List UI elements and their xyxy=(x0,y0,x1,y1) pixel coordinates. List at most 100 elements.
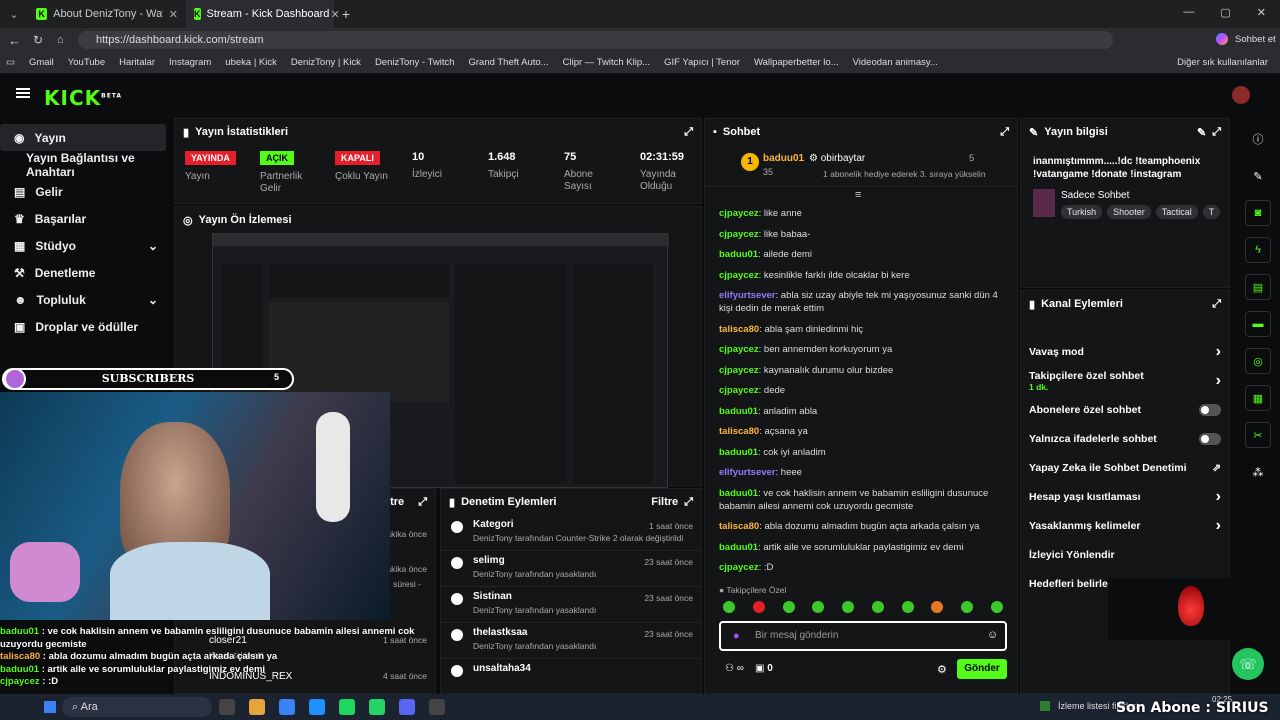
chat-bubble-icon[interactable]: ▬ xyxy=(1245,311,1271,337)
sidebar-item-yayin[interactable]: ◉ Yayın xyxy=(0,124,166,151)
sidebar-item-denetleme[interactable]: ⚒ Denetleme xyxy=(0,259,172,286)
emote-icon[interactable] xyxy=(842,601,855,613)
chat-username[interactable]: talisca80 xyxy=(719,324,759,335)
spotify-icon[interactable] xyxy=(339,699,355,715)
tag[interactable]: T xyxy=(1202,205,1221,219)
chevron-right-icon[interactable]: › xyxy=(1216,488,1221,506)
obs-icon[interactable] xyxy=(429,699,445,715)
chat-username[interactable]: cjpaycez xyxy=(719,344,759,355)
bookmark-instagram[interactable]: Instagram xyxy=(169,57,211,68)
tab-stream-dashboard[interactable]: K Stream - Kick Dashboard ✕ xyxy=(186,0,340,28)
other-bookmarks[interactable]: Diğer sık kullanılanlar xyxy=(1177,57,1268,68)
mic-icon[interactable]: ● xyxy=(733,630,740,642)
tag[interactable]: Tactical xyxy=(1155,205,1198,219)
tag[interactable]: Turkish xyxy=(1061,205,1103,219)
chat-username[interactable]: baduu01 xyxy=(719,542,758,553)
tab-about-deniztony[interactable]: K About DenizTony - Watch Live on ✕ xyxy=(28,0,186,28)
channel-action-item[interactable]: Takipçilere özel sohbet 1 dk. › xyxy=(1021,366,1229,395)
bookmark-deniztony-kick[interactable]: DenizTony | Kick xyxy=(291,57,361,68)
expand-icon[interactable]: ⤢ xyxy=(1212,298,1221,311)
explorer-icon[interactable] xyxy=(249,699,265,715)
wrench-icon[interactable]: ✂ xyxy=(1245,422,1271,448)
edge-icon[interactable] xyxy=(309,699,325,715)
sidebar-item-stream-key[interactable]: Yayın Bağlantısı ve Anahtarı xyxy=(0,151,172,179)
channel-action-item[interactable]: Vavaş mod › xyxy=(1021,337,1229,366)
chat-username[interactable]: baduu01 xyxy=(719,447,758,458)
expand-icon[interactable]: ⤢ xyxy=(1212,126,1221,139)
bookmark-gta[interactable]: Grand Theft Auto... xyxy=(469,57,549,68)
chat-username[interactable]: baduu01 xyxy=(719,488,758,499)
minimize-icon[interactable]: — xyxy=(1183,6,1194,19)
bookmark-gmail[interactable]: Gmail xyxy=(29,57,54,68)
copilot-icon[interactable] xyxy=(1216,33,1228,45)
bookmark-wallpaper[interactable]: Wallpaperbetter lo... xyxy=(754,57,839,68)
bookmark-haritalar[interactable]: Haritalar xyxy=(119,57,155,68)
chat-username[interactable]: elifyurtsever xyxy=(719,290,776,301)
camera-icon[interactable]: ◙ xyxy=(1245,200,1271,226)
home-icon[interactable]: ⌂ xyxy=(57,34,64,46)
users-icon[interactable]: ⚇ xyxy=(725,663,734,674)
pencil-icon[interactable]: ✎ xyxy=(1245,163,1271,189)
channel-action-item[interactable]: Hesap yaşı kısıtlaması › xyxy=(1021,482,1229,511)
reading-icon[interactable]: ▭ xyxy=(6,57,15,68)
chevron-right-icon[interactable]: › xyxy=(1216,343,1221,361)
expand-icon[interactable]: ⤢ xyxy=(684,126,693,139)
expand-icon[interactable]: ⤢ xyxy=(1000,126,1009,139)
gift-icon[interactable]: ▣ xyxy=(755,663,764,674)
discord-icon[interactable] xyxy=(399,699,415,715)
emote-icon[interactable] xyxy=(752,601,765,613)
bolt-icon[interactable]: ϟ xyxy=(1245,237,1271,263)
settings-icon[interactable]: ⚙ xyxy=(937,663,947,676)
emote-icon[interactable] xyxy=(812,601,825,613)
emote-icon[interactable] xyxy=(931,601,944,613)
emote-icon[interactable] xyxy=(961,601,974,613)
chat-input[interactable]: ● Bir mesaj gönderin ☺ xyxy=(719,621,1007,651)
tab-actions-icon[interactable]: ⌄ xyxy=(0,8,28,21)
channel-action-item[interactable]: Abonelere özel sohbet xyxy=(1021,395,1229,424)
new-tab-icon[interactable]: + xyxy=(334,6,358,22)
note-icon[interactable]: ▤ xyxy=(1245,274,1271,300)
emote-icon[interactable] xyxy=(871,601,884,613)
bookmark-gif[interactable]: GIF Yapıcı | Tenor xyxy=(664,57,740,68)
chat-username[interactable]: talisca80 xyxy=(719,426,759,437)
emoji-icon[interactable]: ☺ xyxy=(987,629,998,641)
edit-icon[interactable]: ✎ xyxy=(1197,126,1206,139)
chat-username[interactable]: cjpaycez xyxy=(719,385,759,396)
back-icon[interactable]: ← xyxy=(8,33,21,48)
store-icon[interactable] xyxy=(279,699,295,715)
bookmark-ubeka[interactable]: ubeka | Kick xyxy=(225,57,277,68)
mod-filter[interactable]: Filtre xyxy=(651,496,678,508)
chat-username[interactable]: cjpaycez xyxy=(719,208,759,219)
chat-username[interactable]: cjpaycez xyxy=(719,365,759,376)
chat-username[interactable]: baduu01 xyxy=(719,406,758,417)
copilot-label[interactable]: Sohbet et xyxy=(1235,34,1276,45)
close-window-icon[interactable]: ✕ xyxy=(1257,6,1266,19)
info-icon[interactable]: ⓘ xyxy=(1245,126,1271,152)
link-icon[interactable]: ∞ xyxy=(737,663,744,674)
bookmark-clipr[interactable]: Clipr — Twitch Klip... xyxy=(563,57,650,68)
chevron-right-icon[interactable]: › xyxy=(1216,517,1221,535)
bookmark-video[interactable]: Videodan animasy... xyxy=(853,57,938,68)
maximize-icon[interactable]: ▢ xyxy=(1220,6,1230,19)
whatsapp-icon[interactable] xyxy=(369,699,385,715)
clipboard-icon[interactable]: ▦ xyxy=(1245,385,1271,411)
chat-username[interactable]: elifyurtsever xyxy=(719,467,776,478)
search-box[interactable]: ⌕ Ara xyxy=(62,697,212,717)
expand-icon[interactable]: ⤢ xyxy=(418,496,427,509)
external-link-icon[interactable]: ⇗ xyxy=(1212,462,1221,474)
url-input[interactable]: https://dashboard.kick.com/stream xyxy=(78,31,1113,49)
chat-username[interactable]: cjpaycez xyxy=(719,562,759,573)
bookmark-youtube[interactable]: YouTube xyxy=(68,57,105,68)
channel-action-item[interactable]: Yasaklanmış kelimeler › xyxy=(1021,511,1229,540)
avatar[interactable] xyxy=(1232,86,1250,104)
channel-action-item[interactable]: İzleyici Yönlendir xyxy=(1021,540,1229,569)
expand-icon[interactable]: ⤢ xyxy=(684,496,693,509)
chat-username[interactable]: cjpaycez xyxy=(719,270,759,281)
sidebar-item-studyo[interactable]: ▦ Stüdyo ⌄ xyxy=(0,232,172,259)
emote-icon[interactable] xyxy=(990,601,1003,613)
sidebar-item-topluluk[interactable]: ☻ Topluluk ⌄ xyxy=(0,286,172,313)
emote-icon[interactable] xyxy=(723,601,735,613)
chat-username[interactable]: cjpaycez xyxy=(719,229,759,240)
windows-icon[interactable] xyxy=(44,701,56,713)
refresh-icon[interactable]: ↻ xyxy=(33,33,43,47)
